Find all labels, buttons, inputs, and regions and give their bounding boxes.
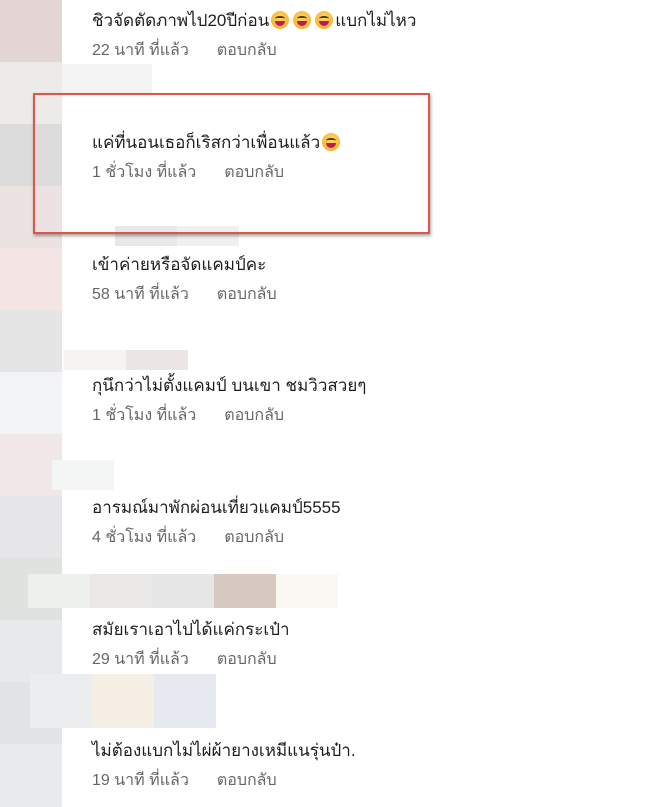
reply-link[interactable]: ตอบกลับ — [217, 651, 277, 668]
pixelated-name-block — [126, 350, 188, 370]
pixelated-name-block — [64, 350, 126, 370]
laughing-emoji-icon — [271, 11, 290, 29]
pixelated-name-block — [28, 574, 90, 608]
comment-timestamp: 22 นาที ที่แล้ว — [92, 42, 189, 59]
reply-link[interactable]: ตอบกลับ — [217, 772, 277, 789]
comment-text: กุนึกว่าไม่ตั้งแคมป์ บนเขา ชมวิวสวยๆ — [92, 376, 367, 395]
comment-item: กุนึกว่าไม่ตั้งแคมป์ บนเขา ชมวิวสวยๆ 1 ช… — [92, 375, 366, 426]
pixelated-name-block — [152, 574, 214, 608]
highlight-box — [33, 93, 430, 234]
reply-link[interactable]: ตอบกลับ — [217, 286, 277, 303]
pixelated-name-block — [52, 460, 114, 490]
laughing-emoji-icon — [293, 11, 312, 29]
reply-link[interactable]: ตอบกลับ — [217, 42, 277, 59]
comment-meta: 4 ชั่วโมง ที่แล้ว ตอบกลับ — [92, 528, 341, 548]
pixelated-name-block — [214, 574, 276, 608]
comment-item: เข้าค่ายหรือจัดแคมป์คะ 58 นาที ที่แล้ว ตอ… — [92, 254, 277, 305]
comment-text: ชิวจัดตัดภาพไป20ปีก่อน แบกไม่ไหว — [92, 11, 417, 30]
comment-meta: 1 ชั่วโมง ที่แล้ว ตอบกลับ — [92, 406, 366, 426]
comment-meta: 58 นาที ที่แล้ว ตอบกลับ — [92, 285, 277, 305]
comment-text: สมัยเราเอาไปได้แค่กระเป๋า — [92, 620, 290, 639]
pixelated-name-block — [62, 64, 152, 96]
reply-link[interactable]: ตอบกลับ — [224, 529, 284, 546]
comment-meta: 22 นาที ที่แล้ว ตอบกลับ — [92, 41, 416, 61]
pixelated-name-block — [30, 674, 92, 728]
reply-link[interactable]: ตอบกลับ — [224, 407, 284, 424]
comment-text: ไม่ต้องแบกไม่ไผ่ผ้ายางเหมีแนรุ่นป๋า. — [92, 741, 356, 760]
comment-timestamp: 29 นาที ที่แล้ว — [92, 651, 189, 668]
comment-timestamp: 19 นาที ที่แล้ว — [92, 772, 189, 789]
comment-item: ไม่ต้องแบกไม่ไผ่ผ้ายางเหมีแนรุ่นป๋า. 19 … — [92, 740, 356, 791]
comment-timestamp: 58 นาที ที่แล้ว — [92, 286, 189, 303]
pixelated-name-block — [154, 674, 216, 728]
comment-text: เข้าค่ายหรือจัดแคมป์คะ — [92, 255, 267, 274]
comment-text: อารมณ์มาพักผ่อนเที่ยวแคมป์5555 — [92, 498, 341, 517]
comment-item: สมัยเราเอาไปได้แค่กระเป๋า 29 นาที ที่แล้… — [92, 619, 290, 670]
comment-meta: 29 นาที ที่แล้ว ตอบกลับ — [92, 650, 290, 670]
pixelated-name-block — [276, 574, 338, 608]
comment-item: อารมณ์มาพักผ่อนเที่ยวแคมป์5555 4 ชั่วโมง… — [92, 497, 341, 548]
comment-item: ชิวจัดตัดภาพไป20ปีก่อน แบกไม่ไหว 22 นาที … — [92, 10, 416, 61]
laughing-emoji-icon — [315, 11, 334, 29]
pixelated-name-block — [92, 674, 154, 728]
comment-timestamp: 1 ชั่วโมง ที่แล้ว — [92, 407, 197, 424]
pixelated-name-block — [90, 574, 152, 608]
comment-meta: 19 นาที ที่แล้ว ตอบกลับ — [92, 771, 356, 791]
comment-timestamp: 4 ชั่วโมง ที่แล้ว — [92, 529, 197, 546]
